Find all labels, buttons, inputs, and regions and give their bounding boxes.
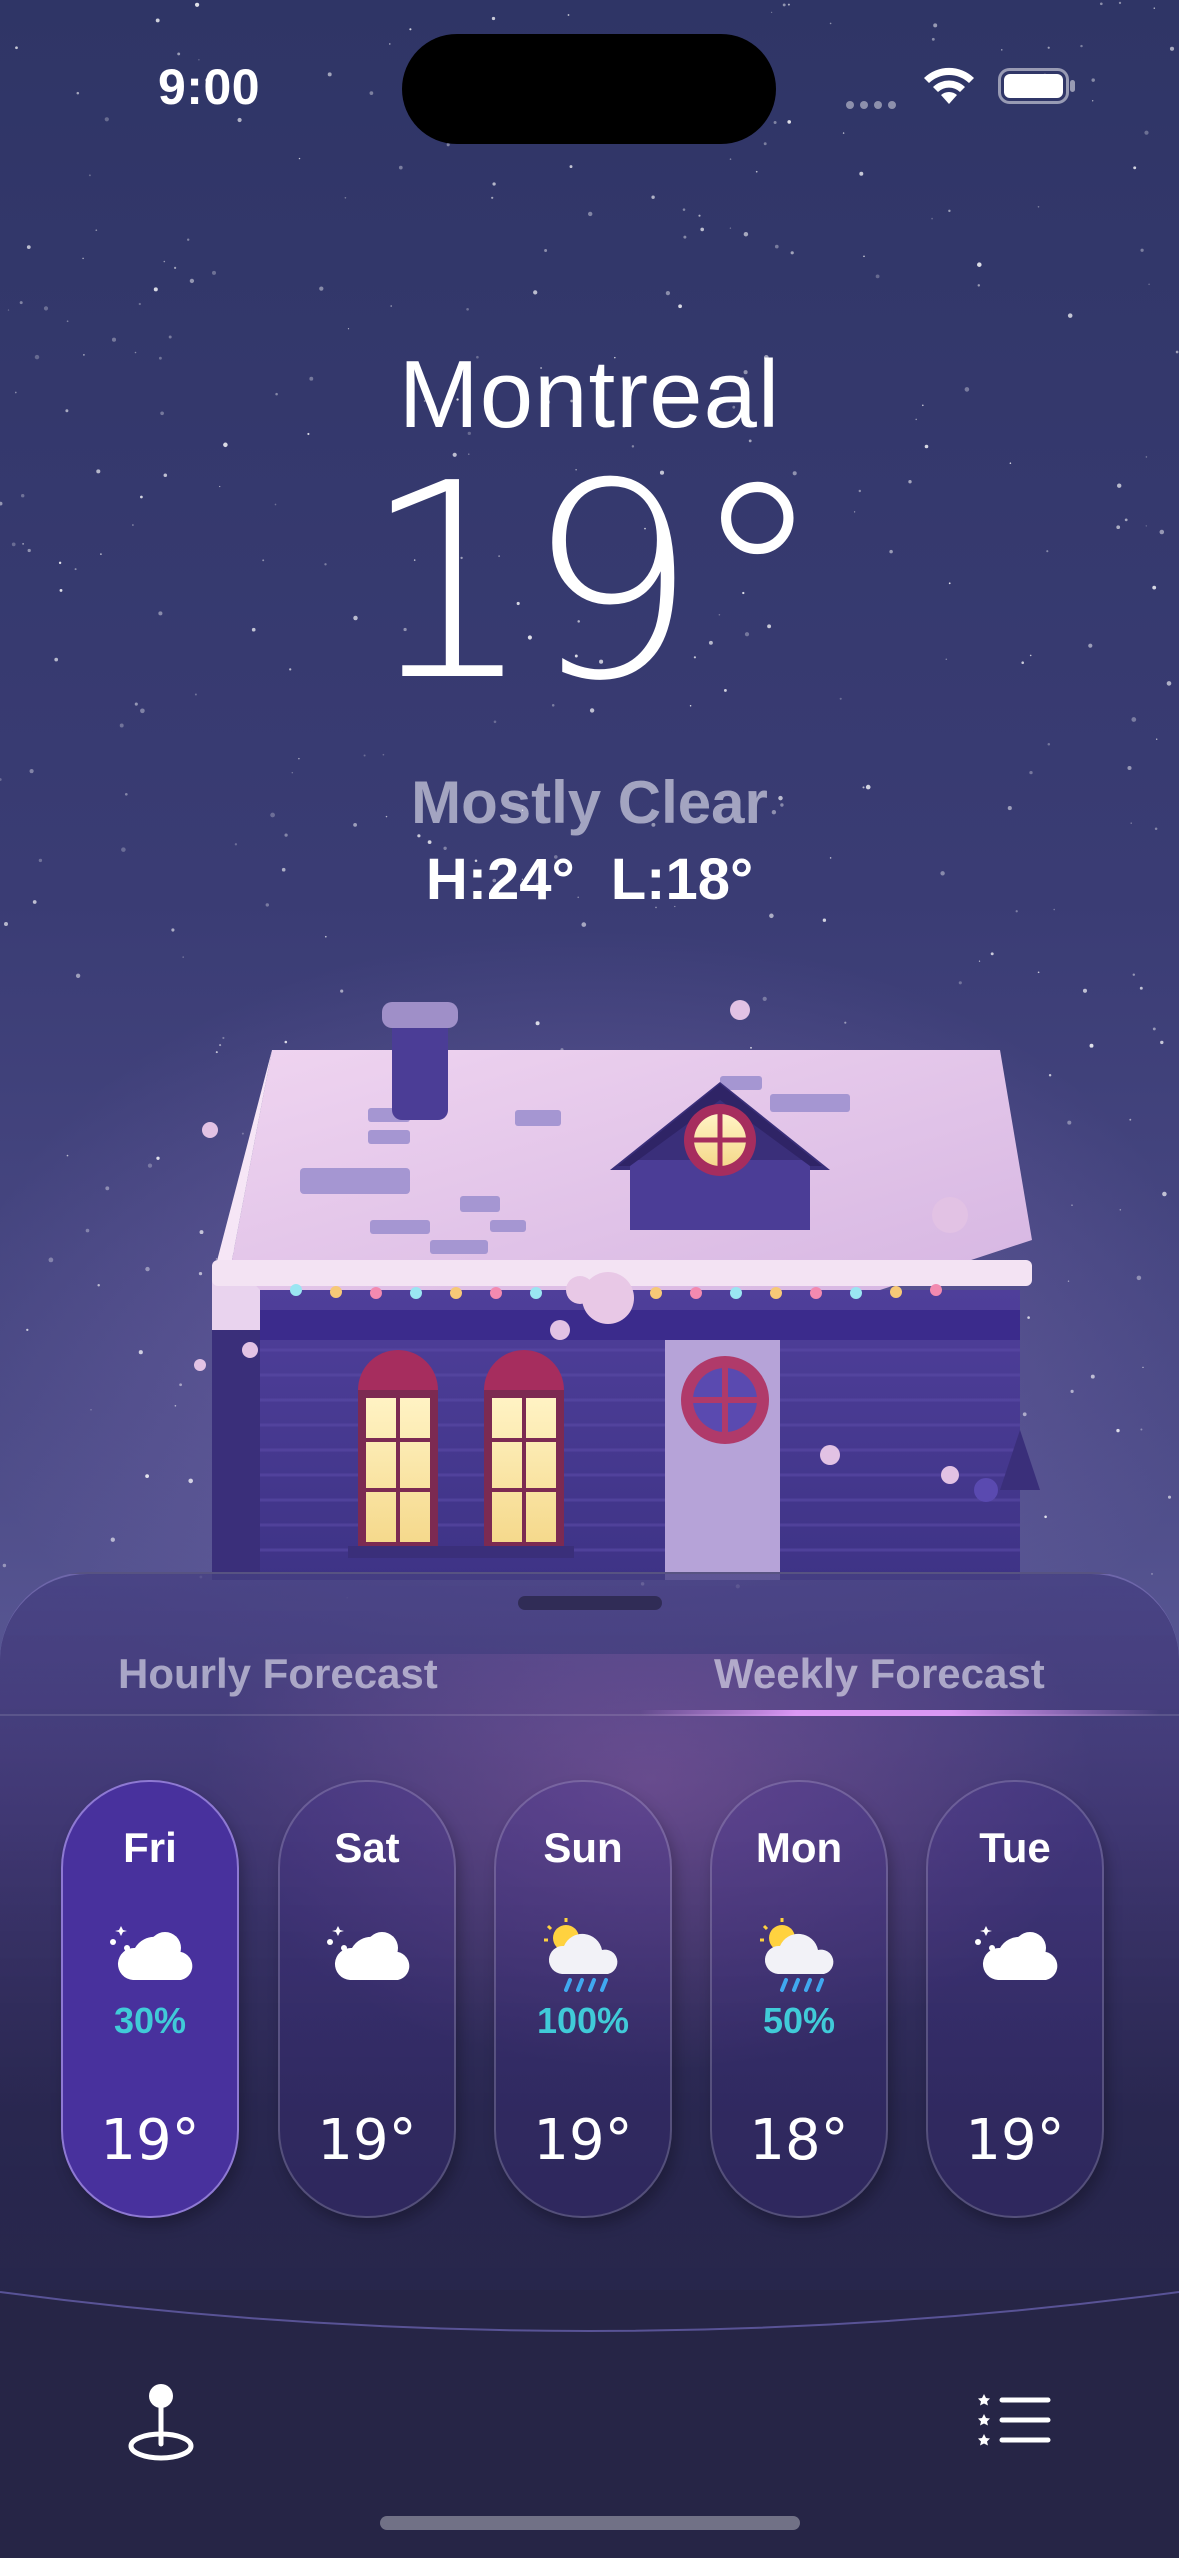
moon-cloud-icon [327, 1926, 410, 1980]
forecast-item-sat[interactable]: Sat 19° [278, 1780, 456, 2218]
weather-condition: Mostly Clear [411, 769, 768, 836]
current-temperature: 19° [362, 425, 825, 740]
tab-weekly-forecast[interactable]: Weekly Forecast [714, 1650, 1045, 1698]
forecast-temperature: 19° [317, 2108, 417, 2173]
precipitation-chance: 30% [113, 2000, 187, 2041]
forecast-day: Sun [543, 1824, 623, 1871]
cellular-signal-icon [846, 96, 902, 109]
dynamic-island [402, 34, 776, 144]
high-low-temperatures: H:24° L:18° [0, 846, 1179, 913]
forecast-day: Fri [123, 1824, 177, 1871]
precipitation-chance: 100% [536, 2000, 630, 2041]
house-illustration [194, 1000, 1040, 1580]
forecast-temperature: 19° [533, 2108, 633, 2173]
battery-icon [998, 68, 1075, 104]
forecast-item-sun[interactable]: Sun 100% 19° [494, 1780, 672, 2218]
home-indicator[interactable] [380, 2516, 800, 2530]
low-temperature: L:18° [610, 847, 754, 912]
tab-bar-arc [0, 2291, 1179, 2360]
sun-cloud-rain-icon [544, 1918, 618, 1992]
forecast-item-tue[interactable]: Tue 19° [926, 1780, 1104, 2218]
high-temperature: H:24° [425, 847, 575, 912]
tab-hourly-forecast[interactable]: Hourly Forecast [118, 1650, 438, 1698]
forecast-temperature: 19° [100, 2108, 200, 2173]
wifi-icon [924, 67, 974, 104]
sun-cloud-rain-icon [760, 1918, 834, 1992]
forecast-temperature: 18° [749, 2108, 849, 2173]
forecast-temperature: 19° [965, 2108, 1065, 2173]
forecast-day: Mon [755, 1824, 843, 1871]
moon-cloud-icon [110, 1926, 193, 1980]
moon-cloud-icon [975, 1926, 1058, 1980]
forecast-item-fri[interactable]: Fri 30% 19° [61, 1780, 239, 2218]
location-pin-icon[interactable] [120, 2380, 202, 2462]
forecast-day: Tue [979, 1824, 1051, 1871]
sheet-drag-handle[interactable] [518, 1596, 662, 1610]
forecast-item-mon[interactable]: Mon 50% 18° [710, 1780, 888, 2218]
status-time: 9:00 [158, 59, 261, 115]
precipitation-chance: 50% [762, 2000, 836, 2041]
list-icon[interactable] [978, 2390, 1052, 2450]
forecast-day: Sat [334, 1824, 400, 1871]
tab-selected-indicator [640, 1710, 1160, 1716]
forecast-list: Fri 30% 19° Sat 19° Sun 100% 19° Mon 50%… [0, 1780, 1179, 2220]
